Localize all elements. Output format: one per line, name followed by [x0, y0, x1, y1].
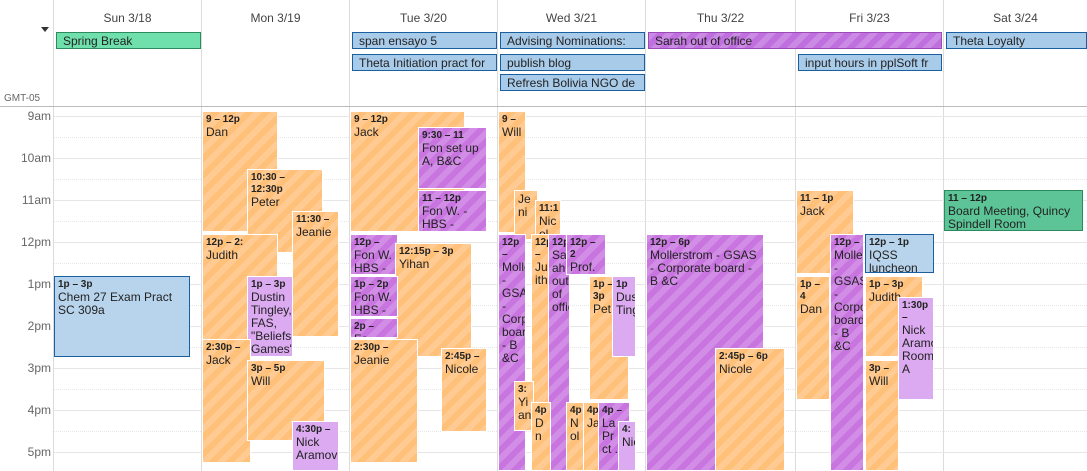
calendar-event[interactable]: 1p – 4 Dan: [796, 276, 830, 400]
day-divider: [943, 0, 944, 471]
calendar-event[interactable]: 4: Nick: [618, 421, 636, 471]
event-title: Board Meeting, Quincy Spindell Room: [948, 204, 1071, 231]
calendar-event[interactable]: 2:30p – Jeanie: [350, 339, 418, 463]
event-title: Jack: [206, 353, 231, 367]
calendar-event[interactable]: 2:45p – 6p Nicole: [715, 348, 785, 471]
event-title: Fon set up A, B&C: [422, 141, 479, 168]
allday-event[interactable]: span ensayo 5: [352, 32, 497, 49]
event-title: N ol: [570, 416, 580, 443]
allday-event[interactable]: Sarah out of office: [648, 32, 942, 49]
allday-event[interactable]: Refresh Bolivia NGO de: [500, 74, 645, 91]
event-title: Dustin Tingley, FAS, "Beliefs Games",: [251, 290, 293, 356]
hour-label-11am: 11am: [21, 193, 51, 207]
event-title: Dan: [800, 302, 823, 316]
day-header-sun[interactable]: Sun 3/18: [54, 0, 201, 30]
calendar-event[interactable]: 9:30 – 11 Fon set up A, B&C: [418, 127, 487, 189]
event-title: Will: [869, 374, 889, 388]
calendar-event[interactable]: 1p – 3p Chem 27 Exam Pract SC 309a: [54, 276, 190, 357]
day-header-mon[interactable]: Mon 3/19: [202, 0, 349, 30]
day-header-sat[interactable]: Sat 3/24: [944, 0, 1087, 30]
event-title: Dan: [206, 125, 229, 139]
allday-event[interactable]: publish blog: [500, 54, 645, 71]
calendar-event[interactable]: 12p – 1p IQSS luncheon: [865, 234, 934, 273]
event-time: 1:30p –: [902, 300, 929, 323]
event-title: Dustin Ting: [616, 290, 636, 317]
event-title: D n: [535, 416, 544, 443]
timezone-label: GMT-05: [4, 93, 41, 104]
event-title: Yi an: [518, 395, 532, 422]
event-title: Peter: [251, 195, 280, 209]
event-time: 10:30 – 12:30p: [251, 172, 285, 195]
event-title: Mollerstrom - GSAS - Corporate board - B…: [650, 248, 757, 288]
hour-label-10am: 10am: [20, 151, 51, 165]
calendar-event[interactable]: 12p – Fon W. HBS -: [350, 234, 398, 275]
event-title: Jeanie: [296, 225, 332, 239]
day-header-fri[interactable]: Fri 3/23: [796, 0, 943, 30]
calendar-event[interactable]: 2:45p – Nicole: [441, 348, 487, 432]
event-time: 12p –: [502, 237, 520, 260]
event-title: Yihan: [399, 257, 430, 271]
timezone-dropdown-icon[interactable]: [41, 27, 49, 32]
day-header-wed[interactable]: Wed 3/21: [498, 0, 645, 30]
event-title: Prof. Todd Ro: [570, 260, 596, 275]
hour-label-12pm: 12pm: [20, 235, 51, 249]
event-title: Mollerstrom - GSAS - Corporate board - B…: [502, 260, 526, 365]
calendar-event[interactable]: 3p – Will: [865, 360, 899, 471]
hour-label-3pm: 3pm: [27, 361, 51, 375]
event-title: Jeanie: [354, 353, 390, 367]
event-title: Mollerstrom - GSAS - Corporate board - B…: [834, 248, 864, 353]
event-title: Fon W. - HBS -: [422, 204, 468, 231]
event-title: Chem 27 Exam Pract SC 309a: [58, 290, 173, 317]
event-title: Will: [251, 374, 271, 388]
allday-event[interactable]: Spring Break: [56, 32, 201, 49]
event-time: 12p – 2: [570, 237, 596, 260]
calendar-event[interactable]: 1:30p – Nick Aramovich Room A: [898, 297, 934, 400]
calendar-event[interactable]: 12p – Mollerstrom - GSAS - Corporate boa…: [830, 234, 864, 471]
calendar-event[interactable]: 11 – 12p Board Meeting, Quincy Spindell …: [944, 190, 1083, 231]
calendar-event[interactable]: 4:30p – Nick Aramovich: [292, 421, 339, 471]
event-title: Jack: [800, 204, 825, 218]
event-title: Sa ah out of office: [552, 248, 569, 314]
event-title: Judith: [206, 248, 239, 262]
calendar-event[interactable]: 2p – Fo: [350, 318, 398, 338]
hour-label-2pm: 2pm: [27, 319, 51, 333]
event-title: Je ni: [518, 192, 531, 219]
event-title: Ja: [587, 416, 600, 430]
hour-label-5pm: 5pm: [27, 445, 51, 459]
calendar-event[interactable]: 4p D n: [531, 402, 551, 471]
event-title: Nick: [622, 435, 635, 449]
calendar-event[interactable]: 11:30 – Jeanie: [292, 211, 339, 337]
event-time: 1p – 4: [800, 279, 821, 302]
event-time: 12p –: [535, 237, 551, 260]
allday-event[interactable]: input hours in pplSoft fr: [798, 54, 942, 71]
calendar-event[interactable]: 12p – 2 Prof. Todd Ro: [566, 234, 606, 275]
hour-label-4pm: 4pm: [27, 403, 51, 417]
day-header-thu[interactable]: Thu 3/22: [646, 0, 795, 30]
calendar-event[interactable]: 2:30p – Jack: [202, 339, 251, 463]
hour-label-9am: 9am: [27, 109, 51, 123]
event-title: Nicole: [445, 362, 479, 376]
calendar-event[interactable]: 1p – 2p Fon W. HBS -: [350, 276, 398, 317]
event-title: Ju ith: [535, 260, 548, 287]
event-title: Will: [502, 125, 522, 139]
event-title: Fon W. HBS -: [354, 290, 393, 317]
event-title: Nick Aramovich: [296, 435, 338, 462]
calendar-event[interactable]: 12p – Mollerstrom - GSAS - Corporate boa…: [498, 234, 526, 471]
event-title: Fo: [354, 333, 394, 338]
event-title: Nick Aramovich Room A: [902, 323, 934, 376]
day-divider: [53, 0, 54, 471]
event-title: IQSS luncheon: [869, 248, 918, 273]
allday-event[interactable]: Advising Nominations:: [500, 32, 645, 49]
hour-label-1pm: 1pm: [27, 277, 51, 291]
calendar-event[interactable]: 11 – 12p Fon W. - HBS -: [418, 190, 487, 232]
allday-bottom-border: [0, 106, 1087, 107]
calendar-event[interactable]: 1p – 3p Dustin Tingley, FAS, "Beliefs Ga…: [247, 276, 293, 357]
event-title: Fon W. HBS -: [354, 248, 393, 275]
calendar-event[interactable]: 1p Dustin Ting: [612, 276, 636, 357]
event-title: Nicole: [719, 362, 753, 376]
day-header-tue[interactable]: Tue 3/20: [350, 0, 497, 30]
allday-event[interactable]: Theta Loyalty: [946, 32, 1087, 49]
allday-event[interactable]: Theta Initiation pract for: [352, 54, 497, 71]
